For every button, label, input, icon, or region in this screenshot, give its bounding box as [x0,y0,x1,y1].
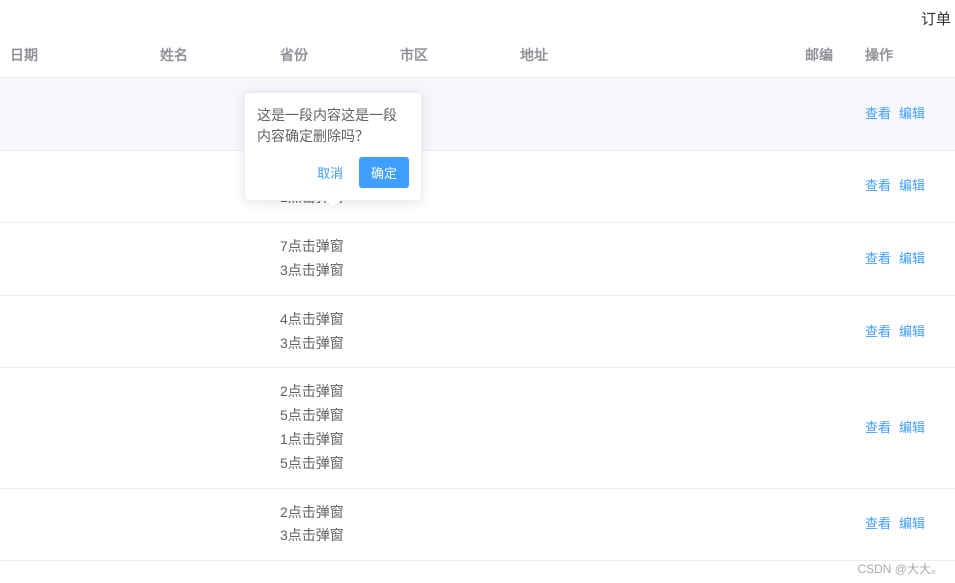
province-popup-trigger[interactable]: 5点击弹窗 [280,452,380,476]
cell-action: 查看编辑 [855,368,955,488]
province-popup-trigger[interactable]: 5点击弹窗 [280,404,380,428]
table-row: 2点击弹窗3点击弹窗 查看编辑 [0,488,955,561]
table-row: 2点击弹窗5点击弹窗1点击弹窗5点击弹窗查看编辑 [0,368,955,488]
cell-date [0,78,150,151]
view-link[interactable]: 查看 [865,106,891,121]
edit-link[interactable]: 编辑 [899,251,925,266]
col-header-province: 省份 [270,33,390,78]
cell-name [150,223,270,296]
cell-action: 查看编辑 [855,488,955,561]
col-header-address: 地址 [510,33,795,78]
cell-date [0,223,150,296]
cell-zip [795,368,855,488]
confirm-button[interactable]: 确定 [359,157,409,188]
cell-address [510,223,795,296]
view-link[interactable]: 查看 [865,178,891,193]
cell-date [0,295,150,368]
cell-address [510,295,795,368]
col-header-date: 日期 [0,33,150,78]
cell-date [0,368,150,488]
cell-action: 查看编辑 [855,78,955,151]
edit-link[interactable]: 编辑 [899,106,925,121]
table-row: 4点击弹窗3点击弹窗 查看编辑 [0,295,955,368]
cell-action: 查看编辑 [855,223,955,296]
cell-zip [795,223,855,296]
table-header-row: 日期 姓名 省份 市区 地址 邮编 操作 [0,33,955,78]
province-popup-trigger[interactable]: 7点击弹窗 [280,235,380,259]
data-table: 日期 姓名 省份 市区 地址 邮编 操作 查看编辑35点击弹窗2点击弹窗查看编辑… [0,33,955,561]
province-popup-trigger[interactable]: 4点击弹窗 [280,308,380,332]
cell-city [390,368,510,488]
view-link[interactable]: 查看 [865,516,891,531]
cell-zip [795,78,855,151]
table-row: 35点击弹窗2点击弹窗查看编辑 [0,150,955,223]
cell-date [0,488,150,561]
popover-actions: 取消 确定 [257,157,409,188]
cell-zip [795,150,855,223]
province-popup-trigger[interactable]: 3点击弹窗 [280,332,380,356]
cell-province: 2点击弹窗5点击弹窗1点击弹窗5点击弹窗 [270,368,390,488]
popover-message: 这是一段内容这是一段内容确定删除吗？ [257,105,409,147]
col-header-name: 姓名 [150,33,270,78]
cell-action: 查看编辑 [855,295,955,368]
cell-province: 7点击弹窗3点击弹窗 [270,223,390,296]
cell-address [510,488,795,561]
confirm-popover: 这是一段内容这是一段内容确定删除吗？ 取消 确定 [244,92,422,201]
view-link[interactable]: 查看 [865,420,891,435]
cell-city [390,295,510,368]
cell-name [150,368,270,488]
cell-city [390,223,510,296]
province-popup-trigger[interactable]: 3点击弹窗 [280,524,380,548]
cell-address [510,368,795,488]
cell-address [510,150,795,223]
cell-zip [795,488,855,561]
edit-link[interactable]: 编辑 [899,420,925,435]
edit-link[interactable]: 编辑 [899,516,925,531]
cell-city [390,488,510,561]
province-popup-trigger[interactable]: 3点击弹窗 [280,259,380,283]
province-popup-trigger[interactable]: 1点击弹窗 [280,428,380,452]
edit-link[interactable]: 编辑 [899,178,925,193]
cell-zip [795,295,855,368]
cell-date [0,150,150,223]
watermark: CSDN @大大。 [857,560,943,577]
col-header-action: 操作 [855,33,955,78]
cancel-button[interactable]: 取消 [309,157,351,188]
cell-name [150,295,270,368]
edit-link[interactable]: 编辑 [899,324,925,339]
view-link[interactable]: 查看 [865,251,891,266]
col-header-zip: 邮编 [795,33,855,78]
cell-province: 2点击弹窗3点击弹窗 [270,488,390,561]
province-popup-trigger[interactable]: 2点击弹窗 [280,501,380,525]
table-row: 查看编辑 [0,78,955,151]
page-title: 订单 [0,0,955,33]
table-row: 7点击弹窗3点击弹窗 查看编辑 [0,223,955,296]
cell-name [150,488,270,561]
cell-address [510,78,795,151]
view-link[interactable]: 查看 [865,324,891,339]
province-popup-trigger[interactable]: 2点击弹窗 [280,380,380,404]
cell-action: 查看编辑 [855,150,955,223]
col-header-city: 市区 [390,33,510,78]
cell-province: 4点击弹窗3点击弹窗 [270,295,390,368]
